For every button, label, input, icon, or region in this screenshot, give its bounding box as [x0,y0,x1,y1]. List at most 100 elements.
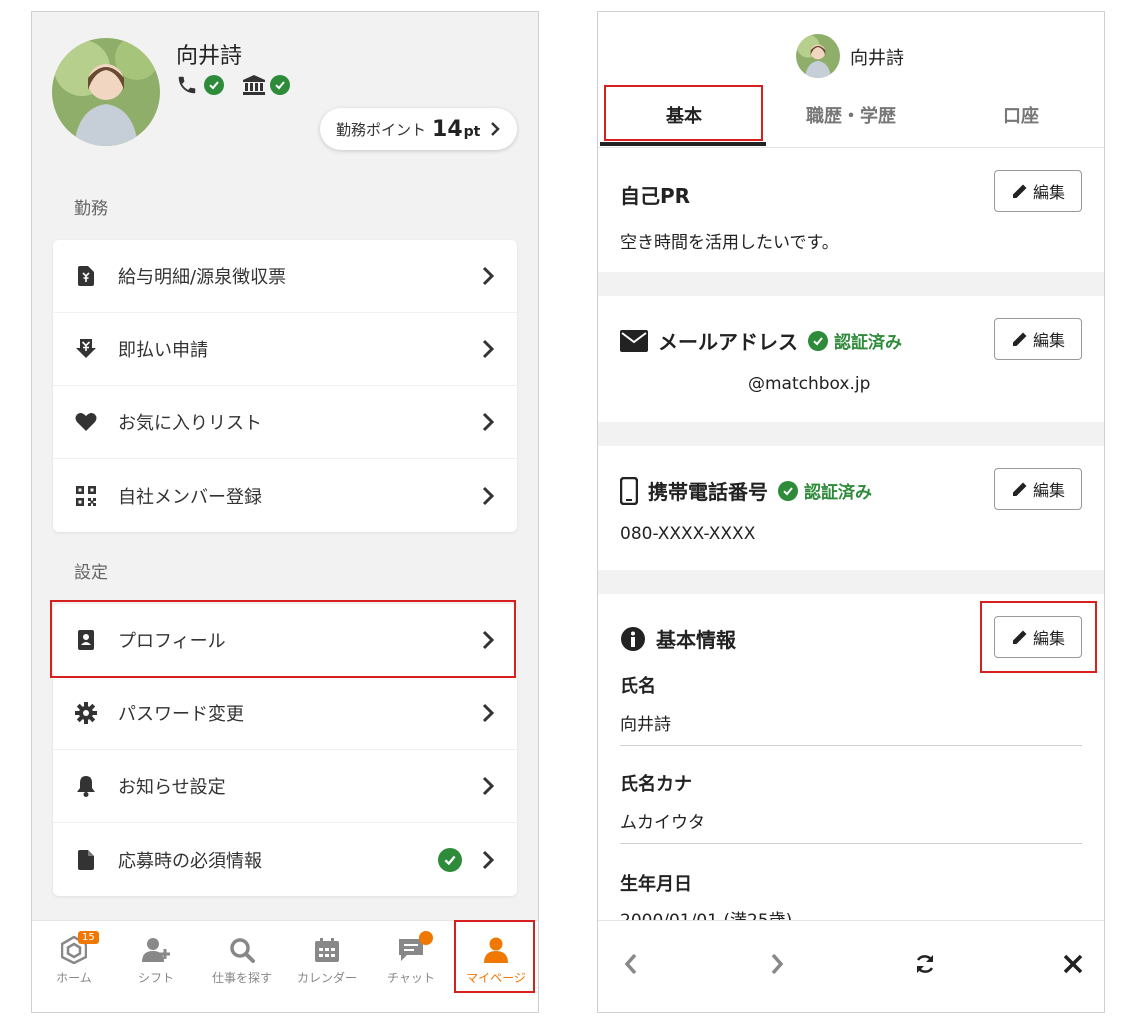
tab-bank-account[interactable]: 口座 [941,102,1101,128]
phone-icon [176,74,198,96]
chevron-right-icon [482,266,495,286]
unread-dot [419,931,433,945]
gear-icon [75,702,97,724]
section-divider [598,272,1104,296]
menu-item-notifications[interactable]: お知らせ設定 [53,750,517,823]
tab-search-jobs[interactable]: 仕事を探す [202,935,282,986]
email-title: メールアドレス 認証済み [620,326,902,355]
bell-icon [75,775,97,797]
email-value: @matchbox.jp [748,374,871,394]
bank-icon [242,74,265,96]
chevron-right-icon [482,486,495,505]
menu-item-favorites[interactable]: お気に入りリスト [53,386,517,459]
menu-item-member-registration[interactable]: 自社メンバー登録 [53,459,517,532]
chevron-right-icon [482,850,495,869]
chevron-right-icon [771,953,784,975]
forward-button[interactable] [762,949,792,979]
phone-title: 携帯電話番号 認証済み [620,476,872,505]
edit-button[interactable]: 編集 [994,318,1082,360]
edit-label: 編集 [1032,331,1065,350]
bank-verified-check-icon [270,75,290,95]
edit-button[interactable]: 編集 [994,170,1082,212]
menu-item-required-info[interactable]: 応募時の必須情報 [53,823,517,896]
section-divider [598,422,1104,446]
self-pr-section: 自己PR 編集 空き時間を活用したいです。 [598,148,1104,272]
menu-label: パスワード変更 [118,704,244,725]
user-plus-icon [142,938,170,962]
chevron-right-icon [491,122,501,136]
tab-career-education[interactable]: 職歴・学歴 [771,102,931,128]
basic-info-title: 基本情報 [620,624,736,653]
field-label-name-kana: 氏名カナ [620,774,692,795]
field-label-name: 氏名 [620,676,656,697]
tab-shift[interactable]: シフト [116,935,196,986]
field-value-name-kana: ムカイウタ [620,813,705,833]
active-tab-indicator [600,142,766,146]
tab-home[interactable]: 15 ホーム [34,931,114,986]
menu-label: 自社メンバー登録 [118,486,262,508]
back-button[interactable] [616,949,646,979]
field-value-name: 向井詩 [620,715,671,735]
document-icon [75,849,97,871]
pencil-icon [1012,482,1027,496]
tab-label: カレンダー [296,971,357,985]
chevron-right-icon [482,776,495,796]
edit-button[interactable]: 編集 [994,468,1082,510]
highlight-profile-item [50,600,516,678]
points-value: 14 [432,116,463,142]
envelope-icon [620,329,648,352]
self-pr-title: 自己PR [620,184,691,208]
close-icon [1063,954,1083,974]
profile-header: 向井詩 勤務ポイント 14 pt [32,12,538,172]
browser-toolbar [598,920,1104,1012]
points-unit: pt [463,124,481,140]
phone-verified-check-icon [204,75,224,95]
divider [620,843,1082,844]
email-section: メールアドレス 認証済み 編集 @matchbox.jp [598,296,1104,422]
chevron-left-icon [624,953,637,975]
profile-name: 向井詩 [850,48,904,69]
menu-label: お知らせ設定 [118,777,226,798]
points-label: 勤務ポイント [336,120,427,139]
work-points-button[interactable]: 勤務ポイント 14 pt [320,108,517,150]
highlight-mypage-tab [454,920,535,993]
tab-label: 仕事を探す [211,971,272,985]
chevron-right-icon [482,703,495,723]
close-button[interactable] [1058,949,1088,979]
search-icon [230,938,255,963]
pencil-icon [1012,184,1027,198]
verification-status [176,74,290,96]
chevron-right-icon [482,412,495,432]
highlight-basic-tab [604,85,763,141]
calendar-icon [315,938,339,962]
phone-section: 携帯電話番号 認証済み 編集 080-XXXX-XXXX [598,446,1104,570]
heart-icon [75,411,97,433]
profile-name: 向井詩 [176,44,243,69]
check-icon [778,480,798,501]
avatar[interactable] [52,38,160,146]
completed-check-icon [438,847,462,872]
reload-button[interactable] [910,949,940,979]
section-settings-label: 設定 [74,563,108,583]
check-icon [808,330,828,351]
refresh-icon [916,955,934,973]
edit-label: 編集 [1032,183,1065,202]
menu-item-payslip[interactable]: 給与明細/源泉徴収票 [53,240,517,313]
divider [620,745,1082,746]
menu-item-password[interactable]: パスワード変更 [53,677,517,750]
menu-label: 応募時の必須情報 [118,850,262,872]
tab-label: シフト [137,971,174,985]
menu-label: 即払い申請 [118,340,208,361]
info-icon [621,626,645,651]
field-value-birthdate: 2000/01/01 (満25歳) [620,906,792,920]
yen-document-icon [75,265,97,287]
profile-screen: 向井詩 基本 職歴・学歴 口座 自己PR 編集 空き時間を活用したいです。 メー… [597,11,1105,1013]
tab-chat[interactable]: チャット [371,931,451,986]
mypage-screen: 向井詩 勤務ポイント 14 pt 勤務 給与明細/源泉徴収票 即払い申請 お気に… [31,11,539,1013]
phone-value: 080-XXXX-XXXX [620,524,756,544]
tab-label: ホーム [56,971,92,985]
menu-item-instant-pay[interactable]: 即払い申請 [53,313,517,386]
pencil-icon [1012,332,1027,346]
tab-calendar[interactable]: カレンダー [287,935,367,986]
chevron-right-icon [482,339,495,359]
